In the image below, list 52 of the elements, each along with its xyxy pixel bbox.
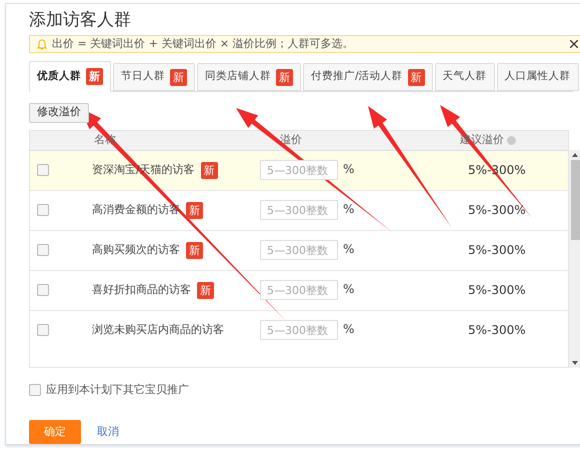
checkbox[interactable] xyxy=(37,164,49,176)
new-badge: 新 xyxy=(170,68,187,86)
bell-icon xyxy=(36,38,48,50)
crowd-name: 高购买频次的访客 xyxy=(92,242,180,258)
premium-input[interactable]: 5—300整数 xyxy=(260,240,338,260)
checkbox[interactable] xyxy=(37,284,49,296)
new-badge: 新 xyxy=(186,202,203,218)
scrollbar[interactable] xyxy=(569,150,580,368)
scroll-thumb[interactable] xyxy=(570,160,580,240)
dialog-title: 添加访客人群 xyxy=(29,8,131,32)
percent-unit: % xyxy=(343,161,354,178)
suggested-premium: 5%-300% xyxy=(468,282,526,299)
scroll-down-icon[interactable] xyxy=(572,360,578,364)
close-icon[interactable] xyxy=(570,40,578,48)
tab[interactable]: 同类店铺人群 新 xyxy=(197,63,301,92)
help-icon[interactable] xyxy=(507,136,516,144)
checkbox[interactable] xyxy=(37,204,49,216)
new-badge: 新 xyxy=(197,282,214,298)
percent-unit: % xyxy=(343,281,354,298)
tab[interactable]: 付费推广/活动人群 新 xyxy=(303,63,433,92)
percent-unit: % xyxy=(343,201,354,218)
checkbox[interactable] xyxy=(37,324,49,336)
notice-text: 出价 = 关键词出价 + 关键词出价 × 溢价比例；人群可多选。 xyxy=(52,36,355,52)
crowd-name: 浏览未购买店内商品的访客 xyxy=(92,322,224,338)
tab[interactable]: 优质人群 新 xyxy=(29,61,111,92)
suggested-premium: 5%-300% xyxy=(468,202,526,219)
tab[interactable]: 节日人群 新 xyxy=(113,63,195,92)
suggested-premium: 5%-300% xyxy=(468,242,526,259)
apply-all-label: 应用到本计划下其它宝贝推广 xyxy=(46,382,189,398)
column-header: 溢价 xyxy=(280,132,302,146)
tab[interactable]: 天气人群 xyxy=(434,63,495,92)
crowd-name: 喜好折扣商品的访客 xyxy=(92,282,191,298)
new-badge: 新 xyxy=(276,68,293,86)
premium-input[interactable]: 5—300整数 xyxy=(260,280,338,300)
suggested-premium: 5%-300% xyxy=(468,322,526,339)
premium-input[interactable]: 5—300整数 xyxy=(260,320,338,340)
new-badge: 新 xyxy=(186,242,203,258)
tab[interactable]: 人口属性人群 xyxy=(496,63,579,92)
table-row[interactable]: 喜好折扣商品的访客 新 5—300整数 % 5%-300% xyxy=(30,270,568,310)
new-badge: 新 xyxy=(408,68,425,86)
new-badge: 新 xyxy=(86,68,103,86)
premium-input[interactable]: 5—300整数 xyxy=(260,200,338,220)
percent-unit: % xyxy=(343,241,354,258)
premium-input[interactable]: 5—300整数 xyxy=(260,160,338,180)
checkbox[interactable] xyxy=(37,244,49,256)
cancel-link[interactable]: 取消 xyxy=(97,424,119,440)
checkbox[interactable] xyxy=(29,384,41,396)
scroll-up-icon[interactable] xyxy=(572,152,578,156)
percent-unit: % xyxy=(343,321,354,338)
table-row[interactable]: 高购买频次的访客 新 5—300整数 % 5%-300% xyxy=(30,230,568,270)
modify-premium-button[interactable]: 修改溢价 xyxy=(29,102,89,122)
new-badge: 新 xyxy=(200,162,218,178)
